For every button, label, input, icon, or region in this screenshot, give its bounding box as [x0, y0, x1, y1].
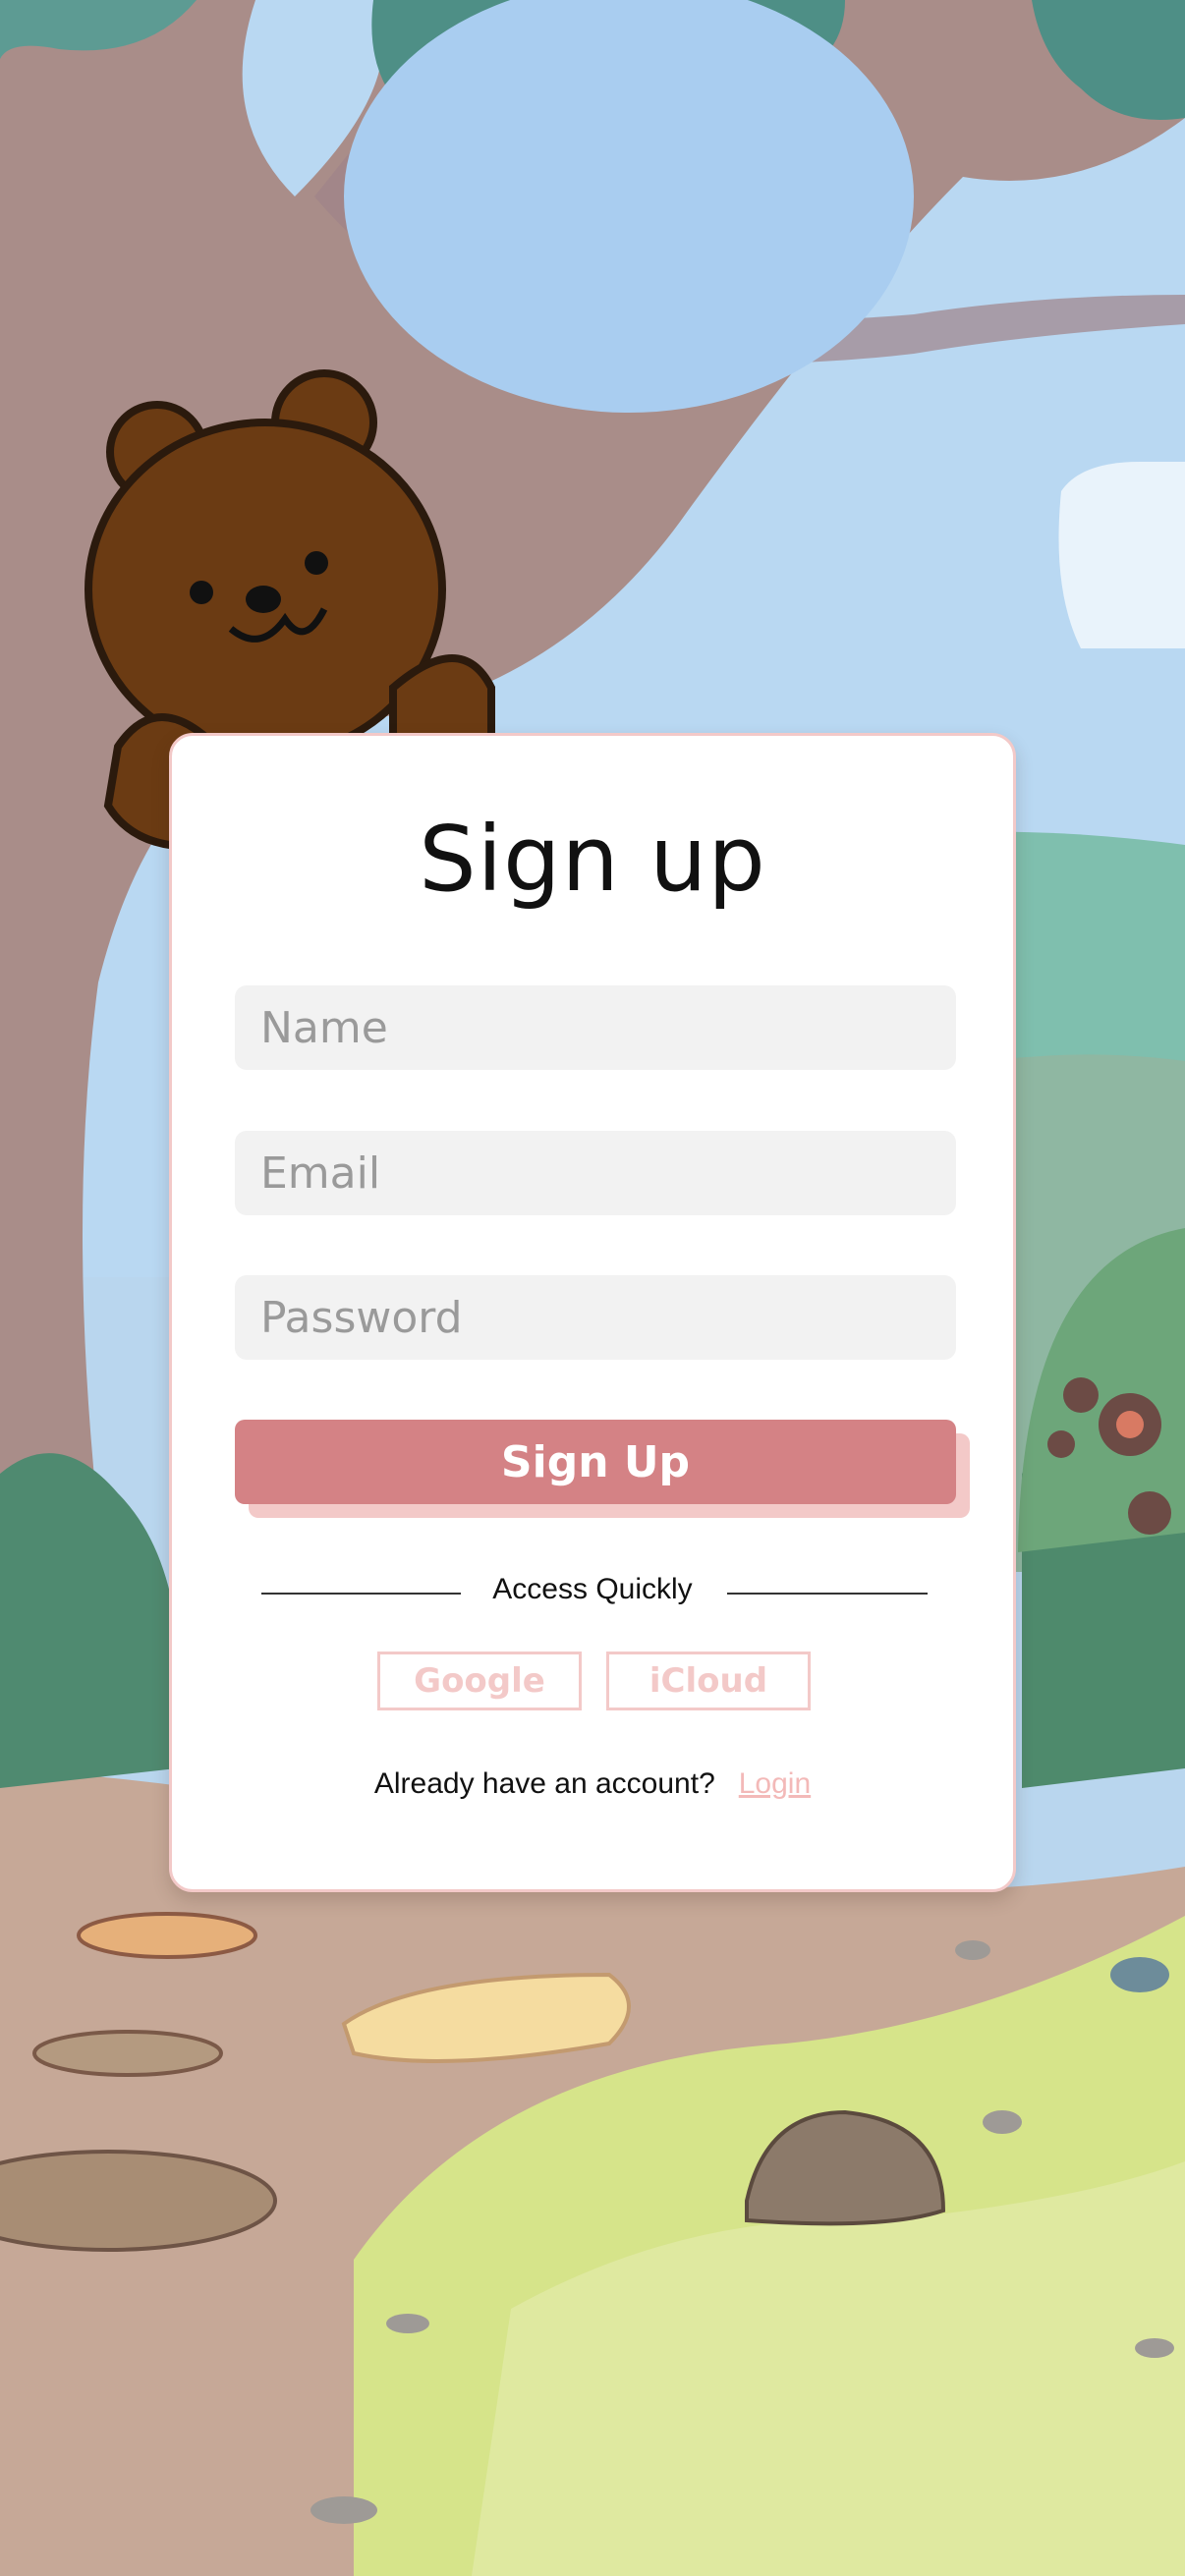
google-button[interactable]: Google	[377, 1652, 582, 1710]
account-prompt-text: Already have an account?	[373, 1767, 715, 1800]
page-title: Sign up	[419, 807, 766, 912]
login-prompt: Already have an account? Login	[172, 1767, 1013, 1801]
signup-button[interactable]: Sign Up	[235, 1420, 956, 1504]
divider-text: Access Quickly	[492, 1573, 693, 1605]
email-input[interactable]	[235, 1131, 956, 1215]
password-input[interactable]	[235, 1275, 956, 1360]
login-link[interactable]: Login	[739, 1767, 811, 1800]
icloud-button[interactable]: iCloud	[606, 1652, 811, 1710]
divider-line-right	[727, 1593, 928, 1595]
signup-card: Sign up Sign Up Access Quickly Google iC…	[169, 733, 1016, 1892]
name-input[interactable]	[235, 985, 956, 1070]
signup-button-wrapper: Sign Up	[235, 1420, 970, 1518]
access-quickly-divider: Access Quickly	[172, 1563, 1013, 1622]
